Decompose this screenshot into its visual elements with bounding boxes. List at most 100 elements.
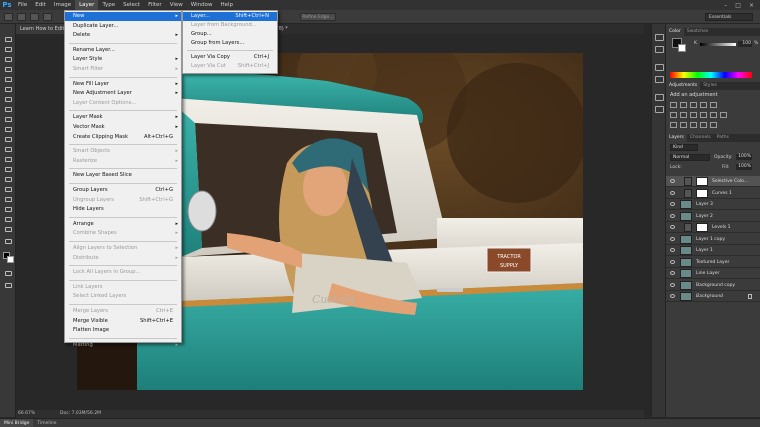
history-panel-icon[interactable] xyxy=(655,34,664,41)
dodge-tool-icon[interactable] xyxy=(3,166,13,174)
hue-saturation-icon[interactable] xyxy=(670,112,677,118)
menu-select[interactable]: Select xyxy=(119,0,144,10)
layer-row[interactable]: Layer 1 xyxy=(666,245,760,256)
new-submenu-item-layer[interactable]: Layer... Shift+Ctrl+N xyxy=(183,12,277,21)
curves-icon[interactable] xyxy=(690,102,697,108)
healing-brush-tool-icon[interactable] xyxy=(3,96,13,104)
layer-menu-item-create-clipping-mask[interactable]: Create Clipping Mask Alt+Ctrl+G xyxy=(65,133,181,142)
layer-row[interactable]: Layer 2 xyxy=(666,210,760,222)
menu-file[interactable]: File xyxy=(14,0,31,10)
layer-mask-thumbnail[interactable] xyxy=(696,188,708,198)
visibility-eye-icon[interactable] xyxy=(670,271,675,275)
eyedropper-tool-icon[interactable] xyxy=(3,86,13,94)
layer-menu-item-duplicate-layer[interactable]: Duplicate Layer... xyxy=(65,22,181,31)
menu-view[interactable]: View xyxy=(166,0,187,10)
tab-paths[interactable]: Paths xyxy=(714,134,732,142)
photo-filter-icon[interactable] xyxy=(700,112,707,118)
shape-tool-icon[interactable] xyxy=(3,206,13,214)
color-balance-icon[interactable] xyxy=(680,112,687,118)
layer-menu-item-new-adjustment-layer[interactable]: New Adjustment Layer ▸ xyxy=(65,89,181,98)
gradient-map-icon[interactable] xyxy=(710,122,717,128)
quick-mask-icon[interactable] xyxy=(3,270,13,278)
edit-toolbar-icon[interactable] xyxy=(3,238,13,246)
crop-tool-icon[interactable] xyxy=(3,76,13,84)
black-white-icon[interactable] xyxy=(690,112,697,118)
visibility-eye-icon[interactable] xyxy=(670,179,675,183)
visibility-eye-icon[interactable] xyxy=(670,248,675,252)
visibility-eye-icon[interactable] xyxy=(670,294,675,298)
marquee-tool-icon[interactable] xyxy=(3,46,13,54)
menu-help[interactable]: Help xyxy=(216,0,237,10)
tool-preset-picker[interactable] xyxy=(4,12,13,21)
new-selection-icon[interactable] xyxy=(17,12,26,21)
move-tool-icon[interactable] xyxy=(3,36,13,44)
tab-adjustments[interactable]: Adjustments xyxy=(666,82,701,90)
refine-edge-button[interactable]: Refine Edge... xyxy=(300,13,336,21)
layer-menu-item-layer-mask[interactable]: Layer Mask ▸ xyxy=(65,113,181,122)
layer-menu-item-flatten-image[interactable]: Flatten Image xyxy=(65,326,181,335)
brush-tool-icon[interactable] xyxy=(3,106,13,114)
layer-row[interactable]: Layer 3 xyxy=(666,199,760,210)
tab-color[interactable]: Color xyxy=(666,28,684,36)
color-background-swatch[interactable] xyxy=(678,44,686,52)
tab-timeline[interactable]: Timeline xyxy=(33,419,60,427)
color-lookup-icon[interactable] xyxy=(720,112,727,118)
layer-menu-item-arrange[interactable]: Arrange ▸ xyxy=(65,220,181,229)
menu-window[interactable]: Window xyxy=(187,0,217,10)
menu-type[interactable]: Type xyxy=(98,0,119,10)
brightness-contrast-icon[interactable] xyxy=(670,102,677,108)
close-icon[interactable]: × xyxy=(749,2,754,9)
exposure-icon[interactable] xyxy=(700,102,707,108)
tab-styles[interactable]: Styles xyxy=(700,82,720,90)
selective-color-icon[interactable] xyxy=(700,122,707,128)
layer-menu-item-delete[interactable]: Delete ▸ xyxy=(65,31,181,40)
blur-tool-icon[interactable] xyxy=(3,156,13,164)
pen-tool-icon[interactable] xyxy=(3,176,13,184)
layer-menu-item-group-layers[interactable]: Group Layers Ctrl+G xyxy=(65,186,181,195)
layer-mask-thumbnail[interactable] xyxy=(696,177,708,186)
layer-menu-item-new-fill-layer[interactable]: New Fill Layer ▸ xyxy=(65,80,181,89)
type-tool-icon[interactable] xyxy=(3,186,13,194)
menu-image[interactable]: Image xyxy=(50,0,75,10)
visibility-eye-icon[interactable] xyxy=(670,259,675,264)
quick-select-tool-icon[interactable] xyxy=(3,66,13,74)
layer-row[interactable]: Selective Colo... xyxy=(666,176,760,187)
layer-row[interactable]: Curves 1 xyxy=(666,187,760,199)
visibility-eye-icon[interactable] xyxy=(670,282,675,287)
channel-mixer-icon[interactable] xyxy=(710,112,717,118)
tab-layers[interactable]: Layers xyxy=(666,134,687,142)
posterize-icon[interactable] xyxy=(680,122,687,128)
new-submenu-item-group-from-layers[interactable]: Group from Layers... xyxy=(183,39,277,48)
layer-mask-thumbnail[interactable] xyxy=(696,223,708,232)
layer-row[interactable]: Background xyxy=(666,291,760,302)
visibility-eye-icon[interactable] xyxy=(670,225,675,229)
invert-icon[interactable] xyxy=(670,122,677,128)
layer-filter-kind[interactable]: Kind xyxy=(670,144,698,151)
threshold-icon[interactable] xyxy=(690,122,697,128)
character-panel-icon[interactable] xyxy=(655,64,664,71)
layer-menu-item-hide-layers[interactable]: Hide Layers xyxy=(65,205,181,214)
layer-row[interactable]: Background copy xyxy=(666,279,760,291)
layer-row[interactable]: Textured Layer xyxy=(666,256,760,268)
add-selection-icon[interactable] xyxy=(30,12,39,21)
layer-row[interactable]: Levels 1 xyxy=(666,222,760,233)
layer-menu-item-new[interactable]: New ▸ xyxy=(65,12,181,21)
blend-mode-select[interactable]: Normal xyxy=(670,154,710,161)
menu-edit[interactable]: Edit xyxy=(31,0,50,10)
k-value-field[interactable]: 100 xyxy=(738,41,752,47)
background-color-swatch[interactable] xyxy=(7,256,14,263)
new-submenu-item-layer-via-copy[interactable]: Layer Via Copy Ctrl+J xyxy=(183,53,277,62)
properties-panel-icon[interactable] xyxy=(655,46,664,53)
tab-swatches[interactable]: Swatches xyxy=(684,28,712,36)
levels-icon[interactable] xyxy=(680,102,687,108)
clone-source-panel-icon[interactable] xyxy=(655,106,664,113)
fill-field[interactable]: 100% xyxy=(736,164,752,170)
opacity-field[interactable]: 100% xyxy=(736,154,752,160)
hand-tool-icon[interactable] xyxy=(3,216,13,224)
visibility-eye-icon[interactable] xyxy=(670,213,675,218)
visibility-eye-icon[interactable] xyxy=(670,190,675,195)
gradient-tool-icon[interactable] xyxy=(3,146,13,154)
menu-layer[interactable]: Layer xyxy=(75,0,99,10)
eraser-tool-icon[interactable] xyxy=(3,136,13,144)
layer-menu-item-vector-mask[interactable]: Vector Mask ▸ xyxy=(65,123,181,132)
